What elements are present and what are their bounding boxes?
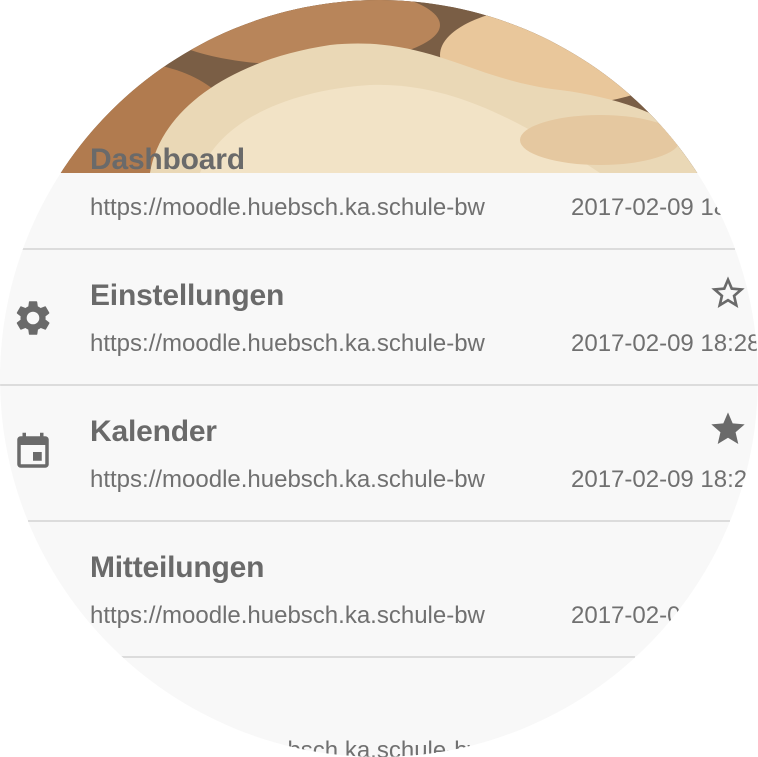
item-date: 2017-02-09 18:28 — [571, 466, 758, 493]
list-item-partial[interactable]: https://moodle.huebsch.ka.schule-bw — [0, 657, 758, 757]
calendar-icon — [12, 431, 54, 473]
watch-screen: Dashboard https://moodle.huebsch.ka.schu… — [0, 0, 758, 757]
item-url: https://moodle.huebsch.ka.schule-bw — [90, 602, 485, 629]
item-url: https://moodle.huebsch.ka.schule-bw — [90, 330, 485, 357]
item-date: 2017-02-09 18:28 — [571, 602, 758, 629]
item-title: Einstellungen — [90, 279, 285, 312]
item-date: 2017-02-09 18:28 — [571, 194, 758, 221]
item-url: https://moodle.huebsch.ka.schule-bw — [90, 466, 485, 493]
item-date: 2017-02-09 18:28 — [571, 330, 758, 357]
list-item-dashboard[interactable]: Dashboard https://moodle.huebsch.ka.schu… — [0, 113, 758, 249]
star-outline-icon[interactable] — [708, 273, 748, 313]
list-item-mitteilungen[interactable]: Mitteilungen https://moodle.huebsch.ka.s… — [0, 521, 758, 657]
item-title: Dashboard — [90, 143, 245, 176]
list-item-kalender[interactable]: Kalender https://moodle.huebsch.ka.schul… — [0, 385, 758, 521]
item-url: https://moodle.huebsch.ka.schule-bw — [90, 194, 485, 221]
list-item-einstellungen[interactable]: Einstellungen https://moodle.huebsch.ka.… — [0, 249, 758, 385]
item-title: Kalender — [90, 415, 217, 448]
star-filled-icon[interactable] — [708, 409, 748, 449]
item-title: Mitteilungen — [90, 551, 265, 584]
gear-icon — [12, 297, 54, 339]
item-url: https://moodle.huebsch.ka.schule-bw — [90, 737, 485, 757]
